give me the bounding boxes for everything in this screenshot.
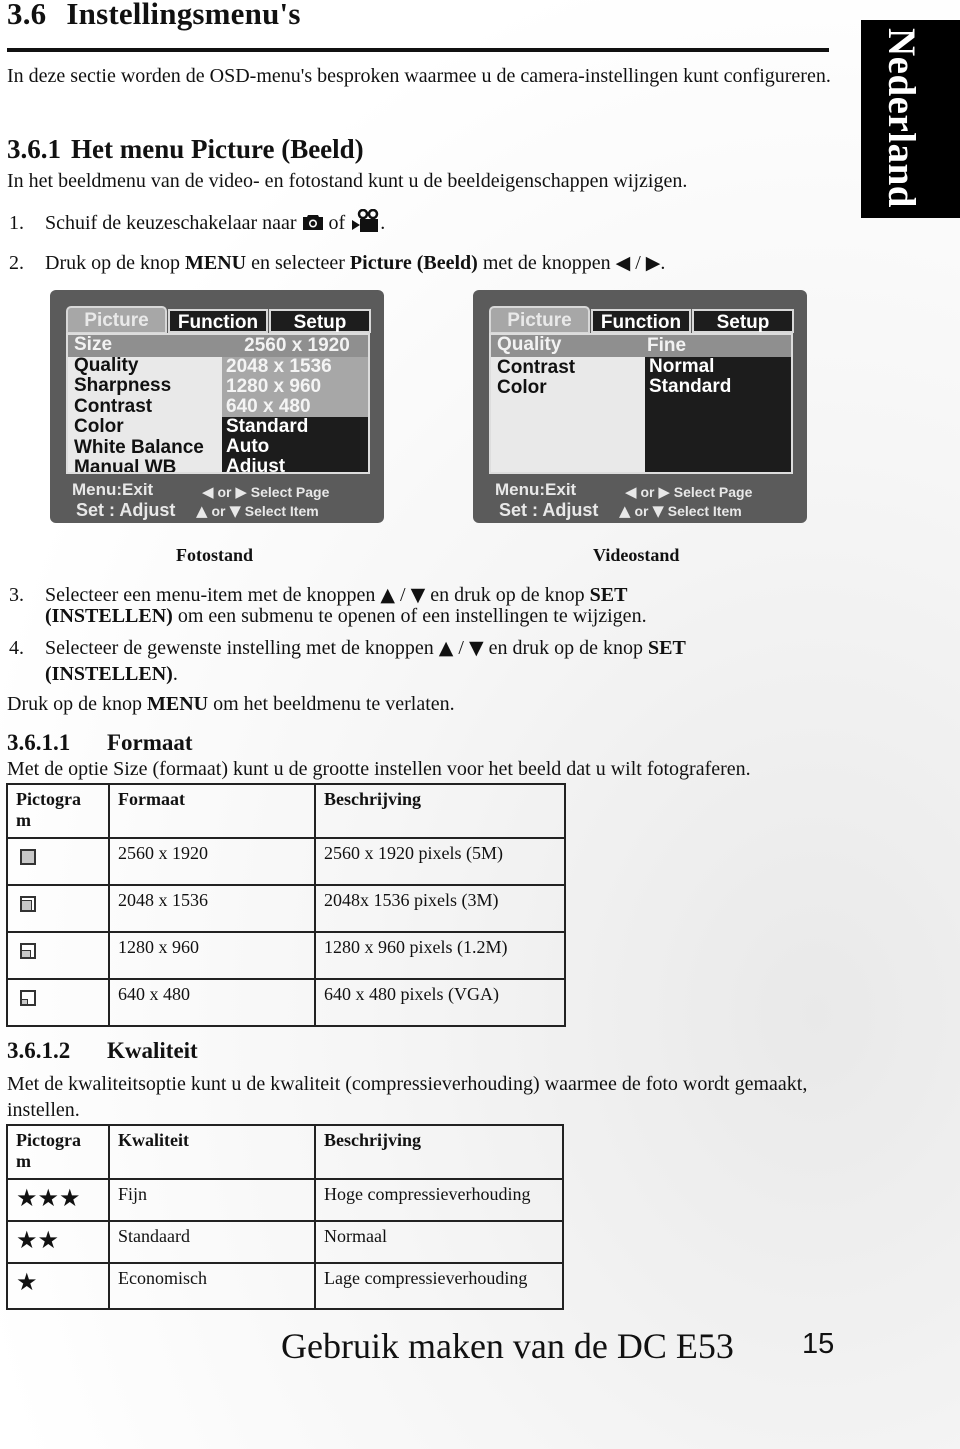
osd-value: Standard [226, 416, 309, 437]
osd-item: Contrast [497, 356, 576, 378]
column-header: Pictogra m [6, 1124, 110, 1180]
column-header: Pictogra m [6, 783, 110, 839]
osd-item: Color [497, 377, 547, 398]
up-arrow-icon: ▲ [438, 637, 454, 659]
table-row: 2560 x 1920 2560 x 1920 pixels (5M) [6, 837, 566, 886]
kwaliteit-intro: Met de kwaliteitsoptie kunt u de kwalite… [7, 1073, 808, 1121]
left-arrow-icon: ◀ [202, 483, 214, 501]
down-arrow-icon: ▼ [410, 584, 426, 606]
osd-value: Normal [649, 356, 715, 377]
up-arrow-icon: ▲ [619, 502, 631, 520]
left-arrow-icon: ◀ [615, 252, 631, 274]
osd-value: Auto [226, 436, 270, 457]
size-vga-icon [20, 990, 36, 1006]
osd-photo-mode: Picture Function Setup Size Quality Shar… [50, 290, 384, 523]
right-arrow-icon: ▶ [235, 483, 247, 501]
exit-instruction: Druk op de knop MENU om het beeldmenu te… [7, 693, 455, 715]
column-header: Beschrijving [314, 783, 566, 839]
osd-tab-function: Function [591, 309, 691, 333]
osd-selected-value: Fine [645, 335, 791, 357]
two-star-icon: ★★ [16, 1226, 60, 1254]
osd-item: Contrast [74, 395, 153, 417]
osd-values: Standard Auto Adjust [222, 416, 368, 474]
osd-item: White Balance [74, 436, 204, 458]
section-heading: 3.6 Instellingsmenu's [7, 0, 301, 31]
step-3: 3. Selecteer een menu-item met de knoppen… [9, 584, 647, 627]
size-3m-icon [20, 896, 36, 912]
osd-option: 2048 x 1536 [226, 356, 332, 377]
osd-value-column: Fine Normal Standard [645, 335, 791, 472]
kwaliteit-table: Pictogra m Kwaliteit Beschrijving ★★★ Fi… [6, 1124, 564, 1310]
osd-tab-setup: Setup [692, 309, 794, 333]
heading-rule [7, 48, 829, 52]
table-row: ★★★ Fijn Hoge compressieverhouding [6, 1178, 564, 1222]
subsection-heading: 3.6.1 Het menu Picture (Beeld) [7, 134, 364, 164]
osd-value: Standard [649, 376, 732, 397]
osd-tabs: Picture Function Setup [489, 306, 794, 334]
table-row: 2048 x 1536 2048x 1536 pixels (3M) [6, 884, 566, 933]
osd-item: Manual WB [74, 457, 177, 474]
osd-item-list: Quality Contrast Color [497, 335, 575, 399]
table-row: ★★ Standaard Normaal [6, 1220, 564, 1264]
osd-value-column: 2560 x 1920 2048 x 1536 1280 x 960 640 x… [222, 335, 368, 474]
osd-menu-body: Quality Contrast Color Fine Normal Stand… [489, 333, 793, 474]
formaat-intro: Met de optie Size (formaat) kunt u de gr… [7, 758, 751, 780]
footer-title: Gebruik maken van de DC E53 [281, 1326, 734, 1366]
right-arrow-icon: ▶ [658, 483, 670, 501]
size-5m-icon [20, 849, 36, 865]
osd-tab-picture: Picture [66, 306, 167, 334]
size-1-2m-icon [20, 943, 36, 959]
up-arrow-icon: ▲ [196, 502, 208, 520]
step-2: 2. Druk op de knop MENU en selecteer Pict… [9, 252, 666, 274]
osd-item: Color [74, 416, 124, 437]
osd-option: 640 x 480 [226, 396, 311, 417]
left-arrow-icon: ◀ [625, 483, 637, 501]
formaat-heading: 3.6.1.1 Formaat [7, 730, 193, 755]
osd-value: Adjust [226, 456, 286, 474]
osd-item: Size [74, 334, 113, 355]
column-header: Kwaliteit [108, 1124, 316, 1180]
down-arrow-icon: ▼ [652, 502, 664, 520]
table-row: 1280 x 960 1280 x 960 pixels (1.2M) [6, 931, 566, 980]
column-header: Formaat [108, 783, 316, 839]
osd-menu-body: Size Quality Sharpness Contrast Color Wh… [66, 333, 370, 474]
three-star-icon: ★★★ [16, 1184, 81, 1212]
formaat-table: Pictogra m Formaat Beschrijving 2560 x 1… [6, 783, 566, 1027]
page-number: 15 [802, 1328, 835, 1360]
osd-tab-function: Function [168, 309, 268, 333]
osd-tabs: Picture Function Setup [66, 306, 371, 334]
kwaliteit-heading: 3.6.1.2 Kwaliteit [7, 1038, 198, 1063]
camera-icon [302, 212, 324, 238]
video-camera-icon [350, 208, 380, 240]
language-tab: Nederland [861, 20, 960, 218]
down-arrow-icon: ▼ [468, 637, 484, 659]
table-header-row: Pictogra m Formaat Beschrijving [6, 783, 566, 839]
osd-item-list: Size Quality Sharpness Contrast Color Wh… [74, 334, 204, 474]
osd-tab-setup: Setup [269, 309, 371, 333]
osd-selected-value: 2560 x 1920 [222, 335, 368, 357]
step-4: 4. Selecteer de gewenste instelling met d… [9, 637, 686, 685]
right-arrow-icon: ▶ [645, 252, 661, 274]
table-header-row: Pictogra m Kwaliteit Beschrijving [6, 1124, 564, 1180]
subsection-intro: In het beeldmenu van de video- en fotost… [7, 170, 688, 192]
table-row: ★ Economisch Lage compressieverhouding [6, 1262, 564, 1310]
osd-item: Sharpness [74, 375, 172, 396]
osd-size-options: 2048 x 1536 1280 x 960 640 x 480 [222, 356, 368, 417]
osd-video-mode: Picture Function Setup Quality Contrast … [473, 290, 807, 523]
osd-item: Quality [497, 334, 562, 355]
caption-photo-mode: Fotostand [176, 545, 254, 565]
osd-item: Quality [74, 354, 139, 376]
osd-option: 1280 x 960 [226, 376, 322, 397]
section-intro: In deze sectie worden de OSD-menu's besp… [7, 65, 831, 87]
osd-values: Normal Standard [645, 356, 791, 472]
down-arrow-icon: ▼ [229, 502, 241, 520]
osd-tab-picture: Picture [489, 306, 590, 334]
step-1: 1. Schuif de keuzeschakelaar naar of . [9, 208, 385, 240]
up-arrow-icon: ▲ [380, 584, 396, 606]
one-star-icon: ★ [16, 1268, 38, 1296]
caption-video-mode: Videostand [593, 545, 680, 565]
table-row: 640 x 480 640 x 480 pixels (VGA) [6, 978, 566, 1027]
column-header: Beschrijving [314, 1124, 564, 1180]
